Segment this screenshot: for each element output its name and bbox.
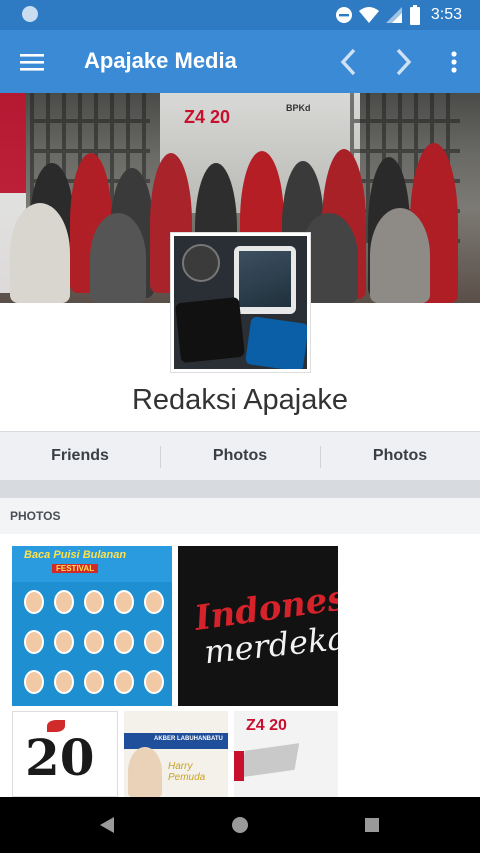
circle-home-icon (232, 817, 248, 833)
do-not-disturb-icon (335, 7, 352, 23)
photos-section-header: PHOTOS (0, 498, 480, 534)
nav-home-button[interactable] (226, 811, 254, 839)
forward-button[interactable] (384, 42, 424, 82)
avatar-mug (182, 244, 220, 282)
photo-thumbnail[interactable]: AKBER LABUHANBATU Harry Pemuda (124, 711, 228, 797)
status-icons: 3:53 (335, 4, 462, 26)
photo-person (128, 747, 162, 797)
menu-button[interactable] (12, 42, 52, 82)
signal-icon (385, 7, 402, 23)
profile-avatar[interactable] (171, 233, 310, 372)
photo-thumbnail[interactable]: Indonesia merdeka (178, 546, 338, 706)
avatar-phone (175, 296, 245, 364)
battery-icon (409, 5, 420, 25)
cover-banner-text: Z4 20 (184, 107, 231, 127)
more-vert-icon (451, 51, 457, 73)
photo-text: FESTIVAL (52, 564, 99, 573)
hamburger-menu-icon (20, 54, 44, 71)
square-recents-icon (365, 818, 379, 832)
notification-dot-icon (22, 6, 38, 22)
photo-thumbnail[interactable]: Z4 20 (234, 711, 338, 797)
back-button[interactable] (328, 42, 368, 82)
overflow-menu-button[interactable] (436, 42, 472, 82)
photo-text: Z4 20 (246, 717, 287, 734)
status-time: 3:53 (430, 6, 462, 23)
photo-text: AKBER LABUHANBATU (154, 736, 223, 742)
photos-section-title: PHOTOS (10, 509, 61, 523)
photo-accent (234, 751, 244, 781)
app-title: Apajake Media (84, 48, 237, 73)
tab-photos-2[interactable]: Photos (320, 432, 480, 480)
triangle-back-icon (100, 817, 114, 833)
chevron-right-icon (396, 48, 412, 76)
system-nav-bar (0, 797, 480, 853)
nav-recents-button[interactable] (358, 811, 386, 839)
nav-back-button[interactable] (93, 811, 121, 839)
status-bar: 3:53 (0, 0, 480, 30)
photo-thumbnail[interactable]: Baca Puisi Bulanan FESTIVAL (12, 546, 172, 706)
photo-swoosh (234, 737, 338, 779)
profile-tabs: Friends Photos Photos (0, 431, 480, 480)
photo-text: 20 (25, 728, 95, 787)
avatar-phone (244, 316, 307, 369)
cover-banner-sub: BPKd (286, 103, 311, 113)
tab-photos[interactable]: Photos (160, 432, 320, 480)
profile-name: Redaksi Apajake (131, 384, 349, 416)
tab-friends[interactable]: Friends (0, 432, 160, 480)
app-bar: Apajake Media (0, 30, 480, 93)
chevron-left-icon (340, 48, 356, 76)
section-divider (0, 480, 480, 498)
photo-text: Baca Puisi Bulanan (24, 549, 127, 561)
wifi-icon (358, 7, 379, 23)
photo-text: Harry Pemuda (168, 761, 206, 783)
photo-thumbnail[interactable]: 20 (12, 711, 118, 797)
avatar-phone (234, 246, 296, 314)
